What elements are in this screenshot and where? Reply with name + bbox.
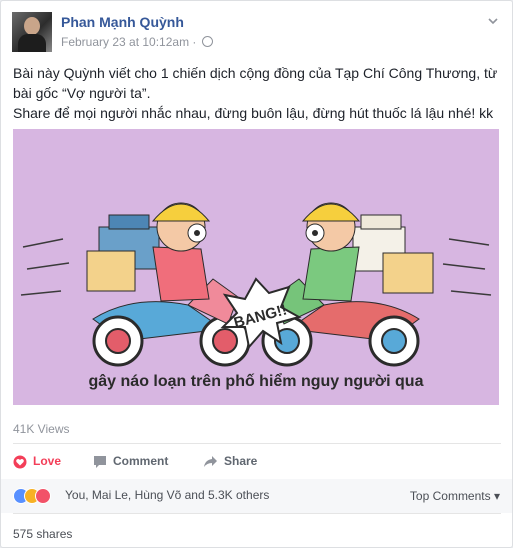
- left-cargo: [86, 214, 160, 292]
- post-header: Phan Mạnh Quỳnh February 23 at 10:12am ·: [12, 12, 502, 56]
- avatar[interactable]: [12, 12, 52, 52]
- reaction-icons[interactable]: [13, 488, 59, 504]
- left-rider: [151, 202, 211, 302]
- love-button[interactable]: Love: [13, 451, 61, 471]
- divider: [13, 513, 501, 514]
- reaction-summary[interactable]: You, Mai Le, Hùng Võ and 5.3K others: [65, 488, 269, 502]
- author-name[interactable]: Phan Mạnh Quỳnh: [61, 14, 184, 30]
- timestamp[interactable]: February 23 at 10:12am: [61, 35, 189, 49]
- right-cargo: [352, 214, 434, 294]
- post-meta: February 23 at 10:12am ·: [61, 35, 213, 49]
- comment-icon: [94, 455, 106, 468]
- love-icon: [35, 488, 51, 504]
- image-caption: gây náo loạn trên phố hiểm nguy người qu…: [88, 373, 424, 390]
- post-image[interactable]: BANG!! gây náo loạn trên phố hiểm nguy n…: [13, 129, 499, 405]
- post-text: Bài này Quỳnh viết cho 1 chiến dịch cộng…: [13, 65, 498, 121]
- divider: [13, 443, 501, 444]
- share-button[interactable]: Share: [203, 451, 257, 471]
- share-arrow-icon: [204, 455, 217, 467]
- motorbike-crash-illustration: BANG!!: [20, 202, 492, 367]
- caret-down-icon: ▾: [493, 489, 500, 503]
- right-rider: [301, 202, 361, 302]
- action-bar: Love Comment Share: [13, 451, 501, 471]
- view-count: 41K Views: [13, 422, 70, 436]
- globe-icon: [201, 36, 213, 47]
- share-count[interactable]: 575 shares: [13, 527, 72, 541]
- heart-icon: [13, 455, 27, 469]
- top-comments-dropdown[interactable]: Top Comments ▾: [410, 489, 500, 503]
- chevron-down-icon[interactable]: [488, 16, 498, 26]
- comment-button[interactable]: Comment: [93, 451, 168, 471]
- reactions-bar: You, Mai Le, Hùng Võ and 5.3K others Top…: [1, 479, 512, 513]
- post-card: Phan Mạnh Quỳnh February 23 at 10:12am ·…: [0, 0, 513, 548]
